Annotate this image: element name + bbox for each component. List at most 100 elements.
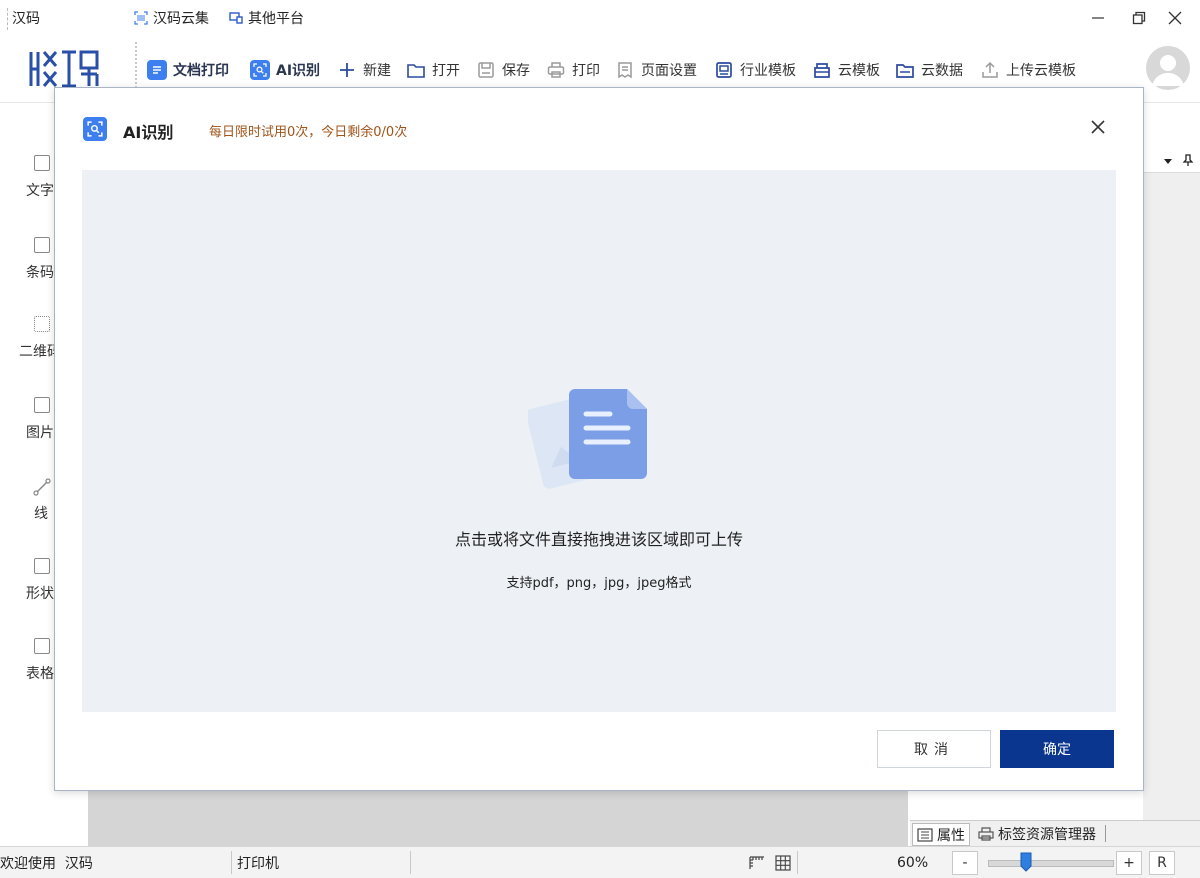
zoom-reset-button[interactable]: R	[1149, 851, 1175, 875]
restore-button[interactable]	[1122, 4, 1156, 32]
status-separator	[231, 851, 232, 874]
sidebar-item-label: 表格	[26, 666, 54, 682]
sidebar-item-barcode[interactable]: 条码	[0, 237, 60, 282]
industry-template-button[interactable]: 行业模板	[714, 57, 796, 83]
qrcode-tool-icon	[34, 316, 50, 332]
tab-label-resources[interactable]: 标签资源管理器	[974, 823, 1100, 844]
cloud-data-button[interactable]: 云数据	[895, 57, 963, 83]
image-tool-icon	[34, 397, 50, 413]
industry-template-icon	[716, 62, 732, 78]
ai-scan-icon	[83, 117, 107, 141]
ruler-icon[interactable]	[748, 855, 766, 871]
cloud-template-button[interactable]: 云模板	[812, 57, 880, 83]
ai-recognize-button[interactable]: AI识别	[250, 57, 320, 83]
welcome-text: 欢迎使用 汉码	[0, 855, 93, 872]
upload-cloud-template-label: 上传云模板	[1006, 63, 1076, 79]
barcode-tool-icon	[34, 237, 50, 253]
save-icon	[478, 62, 494, 78]
list-icon	[917, 827, 933, 842]
zoom-in-button[interactable]: +	[1116, 851, 1142, 875]
minimize-icon	[1092, 17, 1104, 19]
table-tool-icon	[34, 638, 50, 654]
upload-icon	[982, 61, 998, 78]
user-icon	[1152, 55, 1184, 86]
hanma-logo	[29, 50, 99, 88]
page-setup-label: 页面设置	[641, 63, 697, 79]
tab-properties[interactable]: 属性	[912, 823, 970, 846]
zoom-level-text: 60%	[897, 854, 929, 871]
line-tool-icon	[33, 478, 51, 496]
save-label: 保存	[502, 63, 530, 79]
printer-icon	[547, 62, 565, 78]
title-divider	[7, 8, 9, 30]
zoom-out-button[interactable]: -	[952, 851, 978, 875]
sidebar-item-label: 二维码	[19, 344, 61, 360]
folder-open-icon	[407, 64, 425, 78]
sidebar-item-label: 图片	[26, 425, 54, 441]
sidebar-item-label: 形状	[26, 586, 54, 602]
user-avatar[interactable]	[1146, 46, 1190, 90]
sidebar-item-text[interactable]: 文字	[0, 155, 60, 200]
status-separator	[410, 851, 411, 874]
other-platforms-link[interactable]: 其他平台	[229, 8, 304, 28]
properties-panel-header	[1143, 150, 1200, 173]
shape-tool-icon	[34, 558, 50, 574]
document-print-icon	[147, 60, 167, 80]
close-icon	[1168, 11, 1182, 25]
confirm-button[interactable]: 确定	[1000, 730, 1114, 768]
ai-recognition-dialog: AI识别 每日限时试用0次，今日剩余0/0次 点击或将文件直接拖拽进该区域即可上…	[54, 87, 1144, 791]
print-label: 打印	[572, 63, 600, 79]
sidebar-item-image[interactable]: 图片	[0, 397, 60, 442]
supported-formats-text: 支持pdf，png，jpg，jpeg格式	[506, 576, 692, 591]
tab-label-resources-label: 标签资源管理器	[998, 826, 1096, 843]
dialog-close-button[interactable]	[1085, 114, 1111, 140]
printer-status: 打印机	[237, 855, 279, 872]
print-button[interactable]: 打印	[546, 57, 600, 83]
sidebar-item-label: 文字	[26, 183, 54, 199]
text-tool-icon	[34, 155, 50, 171]
sidebar-item-table[interactable]: 表格	[0, 638, 60, 683]
barcode-scan-icon	[134, 11, 148, 25]
sidebar-item-line[interactable]: 线	[0, 478, 60, 523]
cancel-button[interactable]: 取消	[877, 730, 991, 768]
hanma-cloud-label: 汉码云集	[153, 11, 209, 27]
cloud-template-label: 云模板	[838, 63, 880, 79]
sidebar-item-label: 条码	[26, 265, 54, 281]
new-label: 新建	[363, 63, 391, 79]
design-canvas[interactable]	[88, 790, 908, 846]
minimize-button[interactable]	[1081, 4, 1115, 32]
sidebar-item-label: 线	[34, 506, 48, 522]
document-print-button[interactable]: 文档打印	[147, 57, 229, 83]
cloud-data-icon	[896, 64, 914, 78]
grid-icon[interactable]	[774, 855, 792, 871]
other-platforms-label: 其他平台	[248, 11, 304, 27]
tab-divider	[1105, 825, 1106, 842]
sidebar-item-qrcode[interactable]: 二维码	[0, 316, 61, 361]
sidebar-item-shape[interactable]: 形状	[0, 558, 60, 603]
cloud-template-icon	[814, 63, 830, 78]
dropdown-arrow-icon[interactable]	[1163, 156, 1173, 166]
plus-icon	[340, 63, 354, 77]
industry-template-label: 行业模板	[740, 63, 796, 79]
document-upload-icon	[528, 389, 647, 489]
tab-properties-label: 属性	[937, 827, 965, 844]
status-bar: 欢迎使用 汉码 打印机 60% - + R	[0, 846, 1200, 878]
save-button[interactable]: 保存	[476, 57, 530, 83]
new-button[interactable]: 新建	[337, 57, 391, 83]
zoom-slider-track[interactable]	[988, 860, 1114, 867]
open-label: 打开	[432, 63, 460, 79]
app-title: 汉码	[12, 11, 40, 27]
pin-icon[interactable]	[1183, 154, 1193, 166]
dropzone-instruction: 点击或将文件直接拖拽进该区域即可上传	[454, 530, 743, 549]
ai-scan-icon	[250, 60, 270, 80]
file-upload-dropzone[interactable]: 点击或将文件直接拖拽进该区域即可上传 支持pdf，png，jpg，jpeg格式	[82, 170, 1116, 712]
close-window-button[interactable]	[1158, 4, 1192, 32]
hanma-cloud-link[interactable]: 汉码云集	[134, 8, 209, 28]
cloud-data-label: 云数据	[921, 63, 963, 79]
open-button[interactable]: 打开	[406, 57, 460, 83]
ai-recognize-label: AI识别	[276, 63, 321, 79]
page-setup-button[interactable]: 页面设置	[615, 57, 697, 83]
upload-cloud-template-button[interactable]: 上传云模板	[980, 57, 1076, 83]
page-setup-icon	[618, 62, 632, 79]
zoom-slider-thumb[interactable]	[1020, 852, 1032, 872]
